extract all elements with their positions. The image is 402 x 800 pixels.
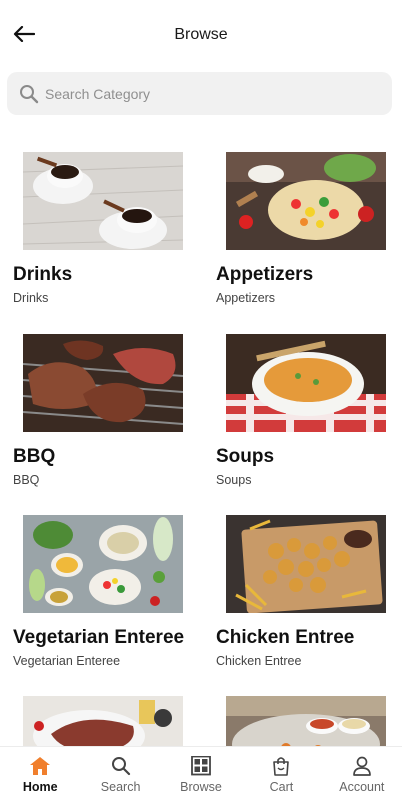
fried-chicken-photo <box>226 515 386 613</box>
category-title: Chicken Entree <box>216 627 355 648</box>
category-card-appetizers[interactable]: Appetizers Appetizers <box>216 152 402 305</box>
tab-label: Cart <box>269 780 294 794</box>
search-icon <box>20 84 39 103</box>
category-subtitle: Chicken Entree <box>216 654 302 668</box>
category-card-steak[interactable] <box>13 696 203 746</box>
category-grid: Drinks Drinks Appetizers Appetizers BBQ … <box>0 140 402 746</box>
search-input[interactable] <box>45 85 365 102</box>
sauce-dishes-photo <box>226 696 386 746</box>
tortilla-wrap-photo <box>226 152 386 250</box>
tab-cart[interactable]: Cart <box>241 747 321 800</box>
category-subtitle: Soups <box>216 473 252 487</box>
search-bar[interactable] <box>7 72 392 115</box>
tab-search[interactable]: Search <box>80 747 160 800</box>
category-subtitle: Drinks <box>13 291 49 305</box>
bottom-tab-bar: Home Search Browse Cart Account <box>0 746 402 800</box>
vegetable-spread-photo <box>23 515 183 613</box>
grilled-meat-photo <box>23 334 183 432</box>
category-card-chicken-entree[interactable]: Chicken Entree Chicken Entree <box>216 515 402 668</box>
category-title: BBQ <box>13 446 56 467</box>
tab-browse[interactable]: Browse <box>161 747 241 800</box>
category-title: Vegetarian Enteree <box>13 627 185 648</box>
category-card-drinks[interactable]: Drinks Drinks <box>13 152 203 305</box>
category-title: Drinks <box>13 264 73 285</box>
category-subtitle: Vegetarian Enteree <box>13 654 121 668</box>
app-header: Browse <box>0 0 402 68</box>
tab-label: Home <box>22 780 58 794</box>
category-card-soups[interactable]: Soups Soups <box>216 334 402 487</box>
tab-account[interactable]: Account <box>322 747 402 800</box>
category-card-sauces[interactable] <box>216 696 402 746</box>
search-icon <box>111 757 130 776</box>
steak-photo <box>23 696 183 746</box>
home-icon <box>30 757 51 775</box>
grid-icon <box>191 756 211 776</box>
tab-label: Browse <box>180 780 222 794</box>
soup-bowl-photo <box>226 334 386 432</box>
category-subtitle: Appetizers <box>216 291 276 305</box>
coffee-cups-photo <box>23 152 183 250</box>
category-card-bbq[interactable]: BBQ BBQ <box>13 334 203 487</box>
category-subtitle: BBQ <box>13 473 40 487</box>
shopping-bag-icon <box>273 757 290 776</box>
user-icon <box>352 756 371 776</box>
category-card-vegetarian-enteree[interactable]: Vegetarian Enteree Vegetarian Enteree <box>13 515 203 668</box>
category-title: Soups <box>216 446 275 467</box>
tab-home[interactable]: Home <box>0 747 80 800</box>
page-title: Browse <box>174 26 228 43</box>
category-title: Appetizers <box>216 264 314 285</box>
tab-label: Account <box>339 780 385 794</box>
tab-label: Search <box>100 780 141 794</box>
